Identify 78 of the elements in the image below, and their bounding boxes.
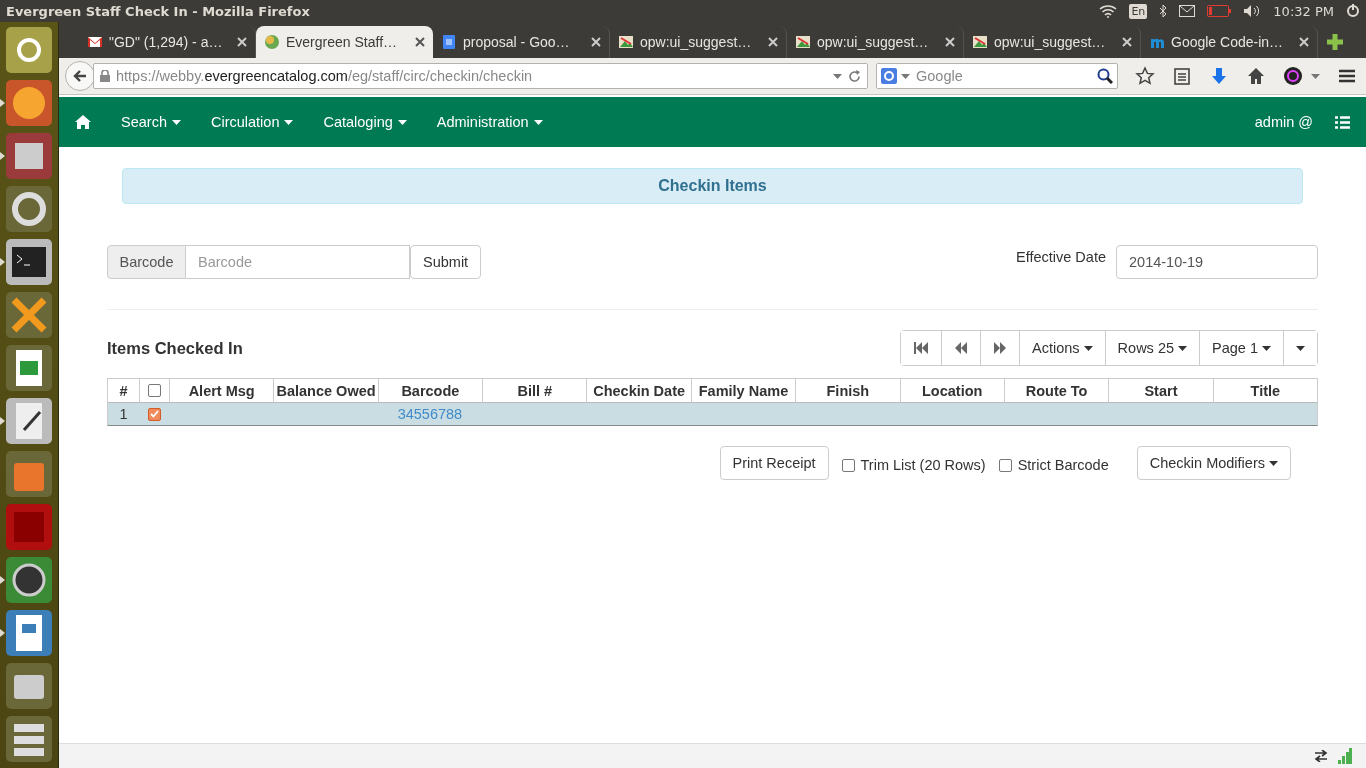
section-title: Items Checked In: [107, 338, 243, 358]
caret-icon: [1083, 345, 1093, 351]
close-icon[interactable]: [415, 37, 425, 47]
nav-menu[interactable]: Circulation: [195, 114, 309, 130]
barcode-label: Barcode: [107, 245, 186, 279]
bluetooth-icon[interactable]: [1159, 4, 1168, 18]
skip-back-icon: [913, 342, 930, 354]
keyboard-layout-indicator[interactable]: En: [1129, 3, 1148, 19]
home-icon[interactable]: [75, 115, 91, 129]
download-icon[interactable]: [1209, 66, 1229, 86]
caret-icon: [171, 119, 181, 125]
caret-icon: [1269, 460, 1278, 466]
volume-icon[interactable]: [1243, 4, 1262, 18]
cabinet-icon[interactable]: [0, 133, 52, 179]
envelope-icon[interactable]: [1179, 5, 1196, 17]
caret-icon: [1178, 345, 1188, 351]
checkbox[interactable]: [147, 407, 161, 421]
column-menu-button[interactable]: [1283, 331, 1317, 365]
caret-icon: [901, 73, 910, 79]
search-engine-icon[interactable]: [881, 68, 897, 84]
checkbox-label: Strict Barcode: [1017, 457, 1109, 473]
plus-icon[interactable]: [1326, 33, 1344, 51]
picture-icon: [795, 34, 811, 50]
caret-icon: [284, 119, 294, 125]
star-icon[interactable]: [1135, 66, 1155, 86]
url-field[interactable]: https://webby.evergreencatalog.com/eg/staff/circ/checkin/checkin: [93, 63, 868, 89]
page-title-banner: Checkin Items: [122, 168, 1303, 204]
caret-icon: [1311, 73, 1320, 79]
caret-icon: [1296, 345, 1305, 351]
document-icon: [441, 34, 457, 50]
picture-icon: [618, 34, 634, 50]
signal-bars-icon: [1338, 748, 1352, 764]
effective-date-label: Effective Date: [1016, 249, 1106, 265]
list-icon[interactable]: [1335, 115, 1350, 129]
clock[interactable]: 10:32 PM: [1273, 3, 1334, 19]
power-icon[interactable]: [1346, 4, 1360, 18]
color-wheel-icon[interactable]: [1283, 66, 1303, 86]
nav-menu[interactable]: Administration: [421, 114, 558, 130]
pencil-document-icon[interactable]: [0, 398, 52, 444]
caret-icon: [397, 119, 407, 125]
barcode-input[interactable]: Barcode: [186, 245, 410, 279]
nav-menu[interactable]: Cataloging: [308, 114, 422, 130]
nav-menu[interactable]: Search: [106, 114, 196, 130]
checkbox-label: Trim List (20 Rows): [860, 457, 986, 473]
rewind-icon: [954, 342, 969, 354]
picture-icon: [972, 34, 988, 50]
search-field[interactable]: Google: [876, 63, 1118, 89]
checkbox[interactable]: [998, 458, 1012, 472]
document-picture-icon[interactable]: [0, 610, 52, 656]
user-menu[interactable]: admin @: [1254, 114, 1313, 130]
reload-icon[interactable]: [848, 69, 861, 83]
browser-tab[interactable]: Evergreen Staff…: [256, 26, 433, 58]
checkin-modifiers-button[interactable]: Checkin Modifiers: [1136, 446, 1291, 480]
fast-forward-icon: [993, 342, 1008, 354]
submit-button[interactable]: Submit: [410, 245, 482, 279]
checkbox[interactable]: [148, 384, 161, 397]
date-input[interactable]: 2014-10-19: [1116, 245, 1318, 279]
window-title: Evergreen Staff Check In - Mozilla Firefox: [6, 3, 311, 19]
caret-icon: [1262, 345, 1271, 351]
print-receipt-button[interactable]: Print Receipt: [719, 446, 829, 480]
dropdown-icon[interactable]: [833, 73, 842, 79]
checkbox[interactable]: [841, 458, 855, 472]
wifi-icon[interactable]: [1099, 4, 1118, 18]
envelope-icon: [87, 34, 103, 50]
table-row[interactable]: 1 34556788: [108, 403, 1317, 425]
clipboard-list-icon[interactable]: [1172, 66, 1192, 86]
search-icon[interactable]: [1097, 68, 1113, 84]
leaf-icon: [264, 34, 280, 50]
terminal-icon[interactable]: [0, 239, 52, 285]
row-number-cell-text: 1: [118, 405, 129, 424]
back-arrow-icon: [73, 69, 87, 83]
transfer-arrows-icon: [1314, 750, 1328, 762]
back-button[interactable]: [65, 61, 95, 91]
url-text: https://webby.evergreencatalog.com/eg/staff/circ/checkin/checkin: [116, 68, 534, 84]
lock-icon: [100, 70, 110, 82]
battery-icon[interactable]: [1207, 5, 1232, 17]
caret-icon: [533, 119, 543, 125]
home-icon[interactable]: [1246, 66, 1266, 86]
